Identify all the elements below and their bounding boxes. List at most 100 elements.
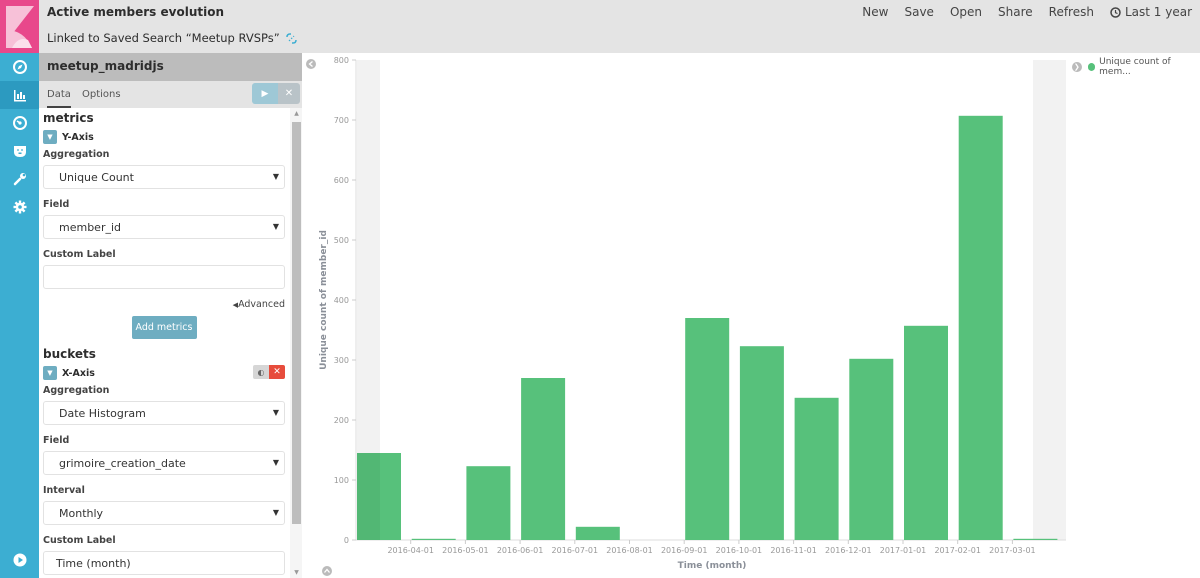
bar-chart: 0 100 200 300 400 500 600 700 800 2016-04-01 2016-… xyxy=(306,56,1066,576)
metric-aggregation-value: Unique Count xyxy=(59,171,134,184)
index-pattern-title: meetup_madridjs xyxy=(39,53,302,81)
compass-icon xyxy=(12,60,27,74)
bar xyxy=(521,378,566,540)
linked-search: Linked to Saved Search “Meetup RVSPs” xyxy=(47,31,297,45)
interval-select[interactable]: Monthly ▼ xyxy=(43,501,285,525)
y-tick-label: 300 xyxy=(334,356,349,365)
toggle-spy-icon[interactable] xyxy=(322,566,332,576)
legend-color-dot xyxy=(1087,63,1096,71)
scroll-down-icon[interactable]: ▼ xyxy=(292,569,301,576)
interval-label: Interval xyxy=(43,485,85,496)
wrench-icon xyxy=(13,173,26,186)
disable-agg-toggle[interactable]: ◐ xyxy=(253,365,269,379)
y-axis-title: Unique count of member_id xyxy=(319,230,329,370)
bar xyxy=(411,538,456,540)
menu-refresh[interactable]: Refresh xyxy=(1049,5,1094,19)
x-tick-label: 2016-07-01 xyxy=(552,546,599,555)
bucket-agg-title: X-Axis xyxy=(62,367,95,379)
nav-timelion[interactable] xyxy=(0,137,39,165)
caret-down-icon: ▼ xyxy=(47,133,53,141)
bucket-actions: ◐ ✕ xyxy=(253,365,285,379)
tab-data[interactable]: Data xyxy=(47,89,71,108)
add-metrics-button[interactable]: Add metrics xyxy=(131,316,197,339)
menu-open[interactable]: Open xyxy=(950,5,982,19)
nav-dashboard[interactable] xyxy=(0,109,39,137)
bar xyxy=(794,397,839,540)
out-of-range-right xyxy=(1033,60,1066,540)
editor-actions: ▶ ✕ xyxy=(252,83,300,104)
scroll-thumb[interactable] xyxy=(292,122,301,524)
nav-management[interactable] xyxy=(0,193,39,221)
chart-legend: ❯ Unique count of mem... xyxy=(1072,57,1200,77)
collapse-toggle[interactable]: ▼ xyxy=(43,366,57,380)
toggle-icon: ◐ xyxy=(257,367,265,377)
top-menu: New Save Open Share Refresh Last 1 year xyxy=(862,5,1192,19)
remove-agg-button[interactable]: ✕ xyxy=(269,365,285,379)
advanced-toggle[interactable]: ◀Advanced xyxy=(43,299,285,310)
x-tick-label: 2017-01-01 xyxy=(880,546,927,555)
x-tick-label: 2016-09-01 xyxy=(661,546,708,555)
scroll-up-icon[interactable]: ▲ xyxy=(292,110,301,117)
clock-icon xyxy=(1110,6,1121,18)
x-tick-label: 2017-02-01 xyxy=(934,546,981,555)
bucket-custom-label-input[interactable]: Time (month) xyxy=(43,551,285,575)
collapse-toggle[interactable]: ▼ xyxy=(43,130,57,144)
top-bar: Active members evolution Linked to Saved… xyxy=(39,0,1200,53)
collapse-editor-icon[interactable] xyxy=(306,59,316,69)
x-tick-label: 2016-10-01 xyxy=(716,546,763,555)
metric-aggregation-label: Aggregation xyxy=(43,149,110,160)
nav-visualize[interactable] xyxy=(0,81,39,109)
visualization-area: 0 100 200 300 400 500 600 700 800 2016-04-01 2016-… xyxy=(302,53,1200,578)
menu-share[interactable]: Share xyxy=(998,5,1033,19)
bar xyxy=(849,358,894,540)
bucket-field-label: Field xyxy=(43,435,70,446)
tab-options[interactable]: Options xyxy=(82,89,121,100)
y-tick-label: 600 xyxy=(334,176,349,185)
bucket-custom-label-label: Custom Label xyxy=(43,535,116,546)
interval-value: Monthly xyxy=(59,507,104,520)
x-tick-label: 2016-06-01 xyxy=(497,546,543,555)
bucket-aggregation-select[interactable]: Date Histogram ▼ xyxy=(43,401,285,425)
close-icon: ✕ xyxy=(273,367,281,377)
nav-dev-tools[interactable] xyxy=(0,165,39,193)
gear-icon xyxy=(13,200,26,214)
apply-changes-button[interactable]: ▶ xyxy=(252,83,278,104)
x-tick-label: 2016-08-01 xyxy=(606,546,653,555)
editor-body: metrics ▼ Y-Axis Aggregation Unique Coun… xyxy=(39,108,289,578)
bar xyxy=(739,346,784,540)
circle-bg xyxy=(322,566,332,576)
caret-down-icon: ▼ xyxy=(47,369,53,377)
x-tick-label: 2016-12-01 xyxy=(825,546,872,555)
side-nav xyxy=(0,0,39,578)
y-tick-label: 700 xyxy=(334,116,349,125)
bear-icon xyxy=(13,146,26,157)
legend-item[interactable]: Unique count of mem... xyxy=(1087,57,1200,77)
metric-field-select[interactable]: member_id ▼ xyxy=(43,215,285,239)
visualization-title: Active members evolution xyxy=(47,5,224,19)
metric-agg-header: ▼ Y-Axis xyxy=(43,129,285,145)
bar xyxy=(575,526,620,540)
time-picker[interactable]: Last 1 year xyxy=(1110,5,1192,19)
nav-discover[interactable] xyxy=(0,53,39,81)
bucket-field-value: grimoire_creation_date xyxy=(59,457,186,470)
legend-toggle-icon[interactable]: ❯ xyxy=(1072,62,1082,72)
metric-custom-label-label: Custom Label xyxy=(43,249,116,260)
metric-aggregation-select[interactable]: Unique Count ▼ xyxy=(43,165,285,189)
x-tick-label: 2016-05-01 xyxy=(442,546,489,555)
menu-save[interactable]: Save xyxy=(904,5,933,19)
metric-field-value: member_id xyxy=(59,221,122,234)
bucket-field-select[interactable]: grimoire_creation_date ▼ xyxy=(43,451,285,475)
discard-changes-button[interactable]: ✕ xyxy=(278,83,300,104)
kibana-logo[interactable] xyxy=(0,0,39,53)
bar-out-of-range-overlay xyxy=(357,453,380,540)
y-tick-label: 200 xyxy=(334,416,349,425)
editor-scrollbar[interactable]: ▲ ▼ xyxy=(290,108,302,578)
x-axis-title: Time (month) xyxy=(678,561,747,571)
nav-collapse[interactable] xyxy=(0,548,39,572)
bucket-aggregation-label: Aggregation xyxy=(43,385,110,396)
menu-new[interactable]: New xyxy=(862,5,888,19)
bucket-agg-header: ▼ X-Axis ◐ ✕ xyxy=(43,365,285,381)
metric-custom-label-input[interactable] xyxy=(43,265,285,289)
unlink-icon[interactable] xyxy=(285,32,297,44)
y-tick-label: 0 xyxy=(344,536,349,545)
